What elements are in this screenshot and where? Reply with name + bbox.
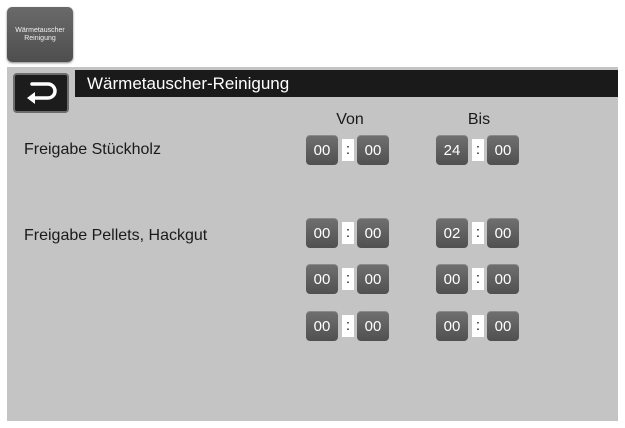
time-separator: : [472,222,484,244]
hour-field[interactable]: 00 [306,264,338,294]
hour-field[interactable]: 02 [436,218,468,248]
time-from-pellets-2: 00 : 00 [306,264,396,294]
minute-field[interactable]: 00 [487,218,519,248]
column-header-from: Von [336,111,364,128]
minute-field[interactable]: 00 [487,135,519,165]
hour-field[interactable]: 00 [436,311,468,341]
back-button[interactable] [13,73,69,113]
settings-panel: Wärmetauscher-Reinigung Von Bis Freigabe… [7,67,618,421]
hour-field[interactable]: 00 [306,218,338,248]
column-header-to: Bis [467,111,491,128]
time-separator: : [472,268,484,290]
time-from-firewood: 00 : 00 [306,135,396,165]
minute-field[interactable]: 00 [357,264,389,294]
time-to-pellets-1: 02 : 00 [436,218,526,248]
minute-field[interactable]: 00 [487,311,519,341]
page-title: Wärmetauscher-Reinigung [87,74,290,93]
time-to-pellets-2: 00 : 00 [436,264,526,294]
back-arrow-icon [27,82,57,104]
time-to-pellets-3: 00 : 00 [436,311,526,341]
time-to-firewood: 24 : 00 [436,135,526,165]
time-separator: : [472,315,484,337]
minute-field[interactable]: 00 [487,264,519,294]
minute-field[interactable]: 00 [357,135,389,165]
time-separator: : [342,315,354,337]
time-separator: : [342,268,354,290]
hour-field[interactable]: 24 [436,135,468,165]
title-strip: Wärmetauscher-Reinigung [75,70,618,97]
time-separator: : [342,139,354,161]
row-label-firewood: Freigabe Stückholz [24,141,161,158]
minute-field[interactable]: 00 [357,218,389,248]
time-separator: : [342,222,354,244]
time-from-pellets-3: 00 : 00 [306,311,396,341]
minute-field[interactable]: 00 [357,311,389,341]
time-from-pellets-1: 00 : 00 [306,218,396,248]
row-label-pellets-woodchips: Freigabe Pellets, Hackgut [24,227,208,244]
hour-field[interactable]: 00 [306,311,338,341]
time-separator: : [472,139,484,161]
hour-field[interactable]: 00 [306,135,338,165]
hour-field[interactable]: 00 [436,264,468,294]
heat-exchanger-cleaning-shortcut-button[interactable]: Wärmetauscher Reinigung [7,7,73,62]
